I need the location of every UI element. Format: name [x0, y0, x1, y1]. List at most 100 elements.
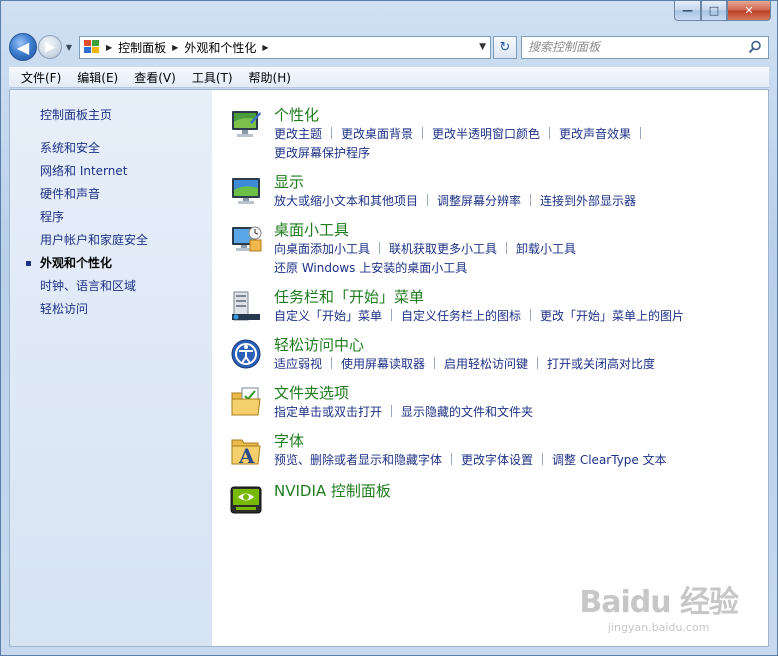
menu-bar: 文件(F) 编辑(E) 查看(V) 工具(T) 帮助(H)	[9, 67, 769, 88]
menu-view[interactable]: 查看(V)	[126, 69, 184, 86]
watermark-logo: Baidu 经验	[579, 585, 739, 620]
personalization-icon[interactable]	[230, 108, 262, 140]
link-text-size[interactable]: 放大或缩小文本和其他项目	[274, 194, 418, 208]
link-font-settings[interactable]: 更改字体设置	[461, 453, 533, 467]
sidebar-item-programs[interactable]: 程序	[10, 206, 212, 229]
category-title[interactable]: 任务栏和「开始」菜单	[274, 288, 684, 307]
content-area: 控制面板主页 系统和安全 网络和 Internet 硬件和声音 程序 用户帐户和…	[9, 89, 769, 647]
link-change-theme[interactable]: 更改主题	[274, 127, 322, 141]
search-icon[interactable]	[748, 40, 762, 54]
address-dropdown-icon[interactable]: ▼	[479, 42, 486, 52]
link-resolution[interactable]: 调整屏幕分辨率	[437, 194, 521, 208]
category-title[interactable]: 个性化	[274, 106, 650, 125]
sidebar-item-hardware-sound[interactable]: 硬件和声音	[10, 183, 212, 206]
sidebar-item-clock-language[interactable]: 时钟、语言和区域	[10, 275, 212, 298]
menu-file[interactable]: 文件(F)	[13, 69, 69, 86]
category-title[interactable]: NVIDIA 控制面板	[274, 482, 391, 501]
forward-button[interactable]: ▶	[38, 35, 62, 59]
breadcrumb-control-panel[interactable]: 控制面板	[118, 39, 166, 56]
link-divider	[537, 357, 539, 369]
link-low-vision[interactable]: 适应弱视	[274, 357, 322, 371]
control-panel-icon	[84, 40, 100, 54]
maximize-button[interactable]: □	[701, 1, 727, 21]
link-divider	[391, 309, 393, 321]
link-divider	[542, 453, 544, 465]
refresh-button[interactable]: ↻	[493, 35, 517, 59]
menu-help[interactable]: 帮助(H)	[241, 69, 299, 86]
caption-buttons: — □ ✕	[674, 1, 771, 21]
navigation-bar: ◀ ▶ ▼ ▶ 控制面板 ▶ 外观和个性化 ▶ ▼ ↻	[9, 33, 769, 61]
gadgets-icon[interactable]	[230, 223, 262, 255]
close-button[interactable]: ✕	[727, 1, 771, 21]
link-customize-start[interactable]: 自定义「开始」菜单	[274, 309, 382, 323]
address-bar[interactable]: ▶ 控制面板 ▶ 外观和个性化 ▶ ▼	[79, 35, 491, 59]
link-click-to-open[interactable]: 指定单击或双击打开	[274, 405, 382, 419]
minimize-button[interactable]: —	[674, 1, 701, 21]
menu-tools[interactable]: 工具(T)	[184, 69, 241, 86]
link-uninstall-gadget[interactable]: 卸载小工具	[516, 242, 576, 256]
link-show-hidden[interactable]: 显示隐藏的文件和文件夹	[401, 405, 533, 419]
link-restore-gadgets[interactable]: 还原 Windows 上安装的桌面小工具	[274, 261, 467, 275]
baidu-watermark: Baidu 经验 jingyan.baidu.com	[579, 577, 739, 634]
link-divider	[506, 242, 508, 254]
sidebar-item-ease-of-access[interactable]: 轻松访问	[10, 298, 212, 321]
link-start-picture[interactable]: 更改「开始」菜单上的图片	[540, 309, 684, 323]
sidebar-item-user-accounts[interactable]: 用户帐户和家庭安全	[10, 229, 212, 252]
sidebar-item-label: 外观和个性化	[40, 256, 113, 270]
link-access-keys[interactable]: 启用轻松访问键	[444, 357, 528, 371]
taskbar-icon[interactable]	[230, 290, 262, 322]
category-ease-of-access: 轻松访问中心 适应弱视 使用屏幕读取器 启用轻松访问键 打开或关闭高对比度	[230, 336, 768, 384]
link-external-display[interactable]: 连接到外部显示器	[540, 194, 636, 208]
link-divider	[549, 127, 551, 139]
link-divider	[451, 453, 453, 465]
link-divider	[427, 194, 429, 206]
explorer-window: — □ ✕ ◀ ▶ ▼ ▶ 控制面板 ▶ 外观和个性化 ▶ ▼ ↻ 搜索控制面板…	[0, 0, 778, 656]
menu-edit[interactable]: 编辑(E)	[69, 69, 126, 86]
category-title[interactable]: 字体	[274, 432, 667, 451]
link-high-contrast[interactable]: 打开或关闭高对比度	[547, 357, 655, 371]
category-taskbar: 任务栏和「开始」菜单 自定义「开始」菜单 自定义任务栏上的图标 更改「开始」菜单上的…	[230, 288, 768, 336]
sidebar-item-system-security[interactable]: 系统和安全	[10, 137, 212, 160]
link-get-more-gadgets[interactable]: 联机获取更多小工具	[389, 242, 497, 256]
breadcrumb-separator-icon[interactable]: ▶	[172, 43, 178, 52]
search-input[interactable]	[528, 40, 728, 54]
link-divider	[422, 127, 424, 139]
refresh-icon: ↻	[499, 39, 511, 55]
category-title[interactable]: 显示	[274, 173, 636, 192]
breadcrumb-separator-icon[interactable]: ▶	[262, 43, 268, 52]
link-divider	[331, 357, 333, 369]
link-taskbar-icons[interactable]: 自定义任务栏上的图标	[401, 309, 521, 323]
back-button[interactable]: ◀	[9, 33, 37, 61]
display-icon[interactable]	[230, 175, 262, 207]
breadcrumb-appearance[interactable]: 外观和个性化	[184, 39, 256, 56]
category-title[interactable]: 桌面小工具	[274, 221, 576, 240]
link-divider	[391, 405, 393, 417]
sidebar-item-network[interactable]: 网络和 Internet	[10, 160, 212, 183]
link-divider	[434, 357, 436, 369]
link-window-color[interactable]: 更改半透明窗口颜色	[432, 127, 540, 141]
link-divider	[530, 309, 532, 321]
fonts-icon[interactable]: A	[230, 434, 262, 466]
category-display: 显示 放大或缩小文本和其他项目 调整屏幕分辨率 连接到外部显示器	[230, 173, 768, 221]
link-screen-reader[interactable]: 使用屏幕读取器	[341, 357, 425, 371]
link-change-background[interactable]: 更改桌面背景	[341, 127, 413, 141]
nvidia-icon[interactable]	[230, 484, 262, 516]
category-list: 个性化 更改主题 更改桌面背景 更改半透明窗口颜色 更改声音效果 更改屏幕保护程序	[212, 90, 768, 646]
ease-of-access-icon[interactable]	[230, 338, 262, 370]
link-preview-fonts[interactable]: 预览、删除或者显示和隐藏字体	[274, 453, 442, 467]
folder-options-icon[interactable]	[230, 386, 262, 418]
sidebar-item-home[interactable]: 控制面板主页	[10, 104, 212, 127]
category-title[interactable]: 文件夹选项	[274, 384, 533, 403]
recent-pages-button[interactable]: ▼	[63, 43, 75, 52]
link-sound-effects[interactable]: 更改声音效果	[559, 127, 631, 141]
breadcrumb-separator-icon[interactable]: ▶	[106, 43, 112, 52]
sidebar: 控制面板主页 系统和安全 网络和 Internet 硬件和声音 程序 用户帐户和…	[10, 90, 212, 646]
link-add-gadgets[interactable]: 向桌面添加小工具	[274, 242, 370, 256]
category-title[interactable]: 轻松访问中心	[274, 336, 655, 355]
link-screen-saver[interactable]: 更改屏幕保护程序	[274, 146, 370, 160]
link-cleartype[interactable]: 调整 ClearType 文本	[552, 453, 667, 467]
svg-text:A: A	[238, 444, 255, 466]
back-arrow-icon: ◀	[16, 37, 30, 57]
link-divider	[331, 127, 333, 139]
link-divider	[640, 127, 642, 139]
